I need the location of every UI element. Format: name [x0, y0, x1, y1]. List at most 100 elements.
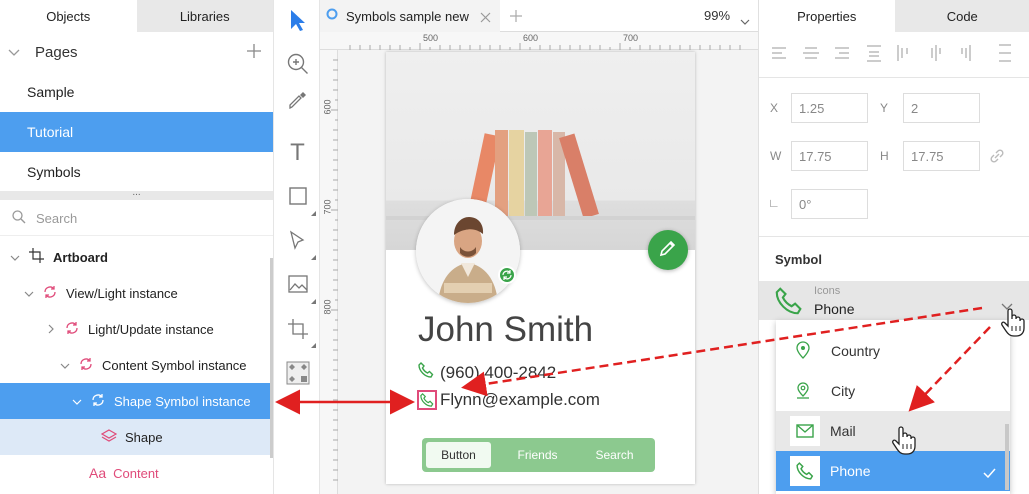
- ruler-label: 700: [623, 33, 639, 43]
- ruler-label: 700: [322, 199, 333, 215]
- layers-search[interactable]: Search: [0, 202, 273, 236]
- hand-cursor-icon: [1001, 307, 1027, 342]
- phone-row: (960) 400-2842: [418, 362, 556, 383]
- rotation-label: ∟: [768, 196, 780, 210]
- width-field[interactable]: 17.75: [791, 141, 868, 171]
- symbol-select[interactable]: Icons Phone: [759, 281, 1029, 320]
- close-icon[interactable]: [480, 10, 491, 28]
- tab-libraries[interactable]: Libraries: [136, 0, 273, 32]
- email-address: Flynn@example.com: [440, 390, 600, 409]
- chevron-right-icon[interactable]: [48, 322, 55, 337]
- crop-icon[interactable]: [274, 311, 321, 347]
- w-label: W: [770, 149, 782, 163]
- x-field[interactable]: 1.25: [791, 93, 868, 123]
- symbol-group-label: Icons: [814, 285, 841, 297]
- eyedropper-icon[interactable]: [274, 82, 321, 118]
- rotation-field[interactable]: 0°: [791, 189, 868, 219]
- chevron-down-icon[interactable]: [60, 358, 70, 373]
- segment-friends[interactable]: Friends: [500, 442, 575, 468]
- symbol-instance-icon: [64, 321, 80, 338]
- link-icon[interactable]: [989, 148, 1005, 169]
- text-tool-icon[interactable]: T: [274, 135, 321, 171]
- layer-artboard[interactable]: Artboard: [0, 239, 273, 275]
- chevron-down-icon[interactable]: [72, 394, 82, 409]
- page-item-tutorial[interactable]: Tutorial: [0, 112, 273, 152]
- email-row: Flynn@example.com: [417, 390, 600, 410]
- layer-label: Content: [113, 465, 159, 481]
- document-tab[interactable]: Symbols sample new: [320, 0, 500, 32]
- new-tab-icon[interactable]: [510, 9, 522, 27]
- chevron-down-icon[interactable]: [24, 286, 34, 301]
- layer-label: Content Symbol instance: [102, 357, 247, 373]
- h-label: H: [880, 149, 889, 163]
- document-icon: [326, 7, 338, 25]
- avatar[interactable]: [416, 199, 520, 303]
- layer-label: Light/Update instance: [88, 321, 214, 337]
- layer-label: Artboard: [53, 249, 108, 265]
- zoom-icon[interactable]: [274, 46, 321, 82]
- symbol-instance-icon: [42, 285, 58, 302]
- shape-symbol-instance-icon[interactable]: [417, 390, 437, 410]
- tool-submenu-indicator: [311, 299, 316, 304]
- layer-label: View/Light instance: [66, 285, 178, 301]
- search-icon: [12, 210, 26, 227]
- artboard[interactable]: John Smith (960) 400-2842 Flynn@example.…: [386, 52, 695, 484]
- layer-shape-symbol-instance[interactable]: Shape Symbol instance: [0, 383, 273, 419]
- tool-submenu-indicator: [311, 255, 316, 260]
- x-label: X: [770, 101, 779, 115]
- ruler-label: 500: [423, 33, 439, 43]
- rectangle-icon[interactable]: [274, 178, 321, 214]
- layer-shape[interactable]: Shape: [0, 419, 273, 455]
- dropdown-item-label: City: [831, 383, 856, 399]
- dropdown-item-country[interactable]: Country: [776, 331, 1010, 371]
- ruler-label: 800: [322, 299, 333, 315]
- image-icon[interactable]: [274, 266, 321, 302]
- dropdown-item-label: Phone: [830, 463, 871, 479]
- page-item-sample[interactable]: Sample: [0, 72, 273, 112]
- tab-code[interactable]: Code: [894, 0, 1029, 32]
- vertical-ruler: 600 700 800: [320, 50, 338, 494]
- symbol-instance-icon: [78, 357, 94, 374]
- canvas-area[interactable]: Symbols sample new 99% 500 600 700 600 7…: [320, 0, 758, 494]
- document-tab-title: Symbols sample new: [346, 8, 469, 24]
- height-field[interactable]: 17.75: [903, 141, 980, 171]
- tool-submenu-indicator: [311, 211, 316, 216]
- dropdown-item-city[interactable]: City: [776, 371, 1010, 411]
- sync-badge-icon: [498, 266, 516, 284]
- dropdown-item-label: Mail: [830, 423, 856, 439]
- layer-view-light-instance[interactable]: View/Light instance: [0, 275, 273, 311]
- tab-objects[interactable]: Objects: [0, 0, 137, 32]
- tab-properties[interactable]: Properties: [759, 0, 895, 32]
- pointer-icon[interactable]: [274, 2, 321, 38]
- globe-pin-icon: [795, 340, 815, 362]
- zoom-level[interactable]: 99%: [704, 8, 730, 23]
- hand-cursor-icon: [892, 425, 918, 460]
- layer-content[interactable]: Aa Content: [0, 455, 273, 491]
- layer-light-update-instance[interactable]: Light/Update instance: [0, 311, 273, 347]
- phone-icon: [775, 287, 803, 320]
- chevron-down-icon[interactable]: [8, 44, 22, 61]
- segment-search[interactable]: Search: [577, 442, 652, 468]
- y-field[interactable]: 2: [903, 93, 980, 123]
- layer-content-symbol-instance[interactable]: Content Symbol instance: [0, 347, 273, 383]
- chevron-down-icon[interactable]: [10, 250, 20, 265]
- page-item-symbols[interactable]: Symbols: [0, 152, 273, 192]
- alignment-bar: [759, 32, 1029, 78]
- divider: [759, 236, 1029, 237]
- edit-button[interactable]: [648, 230, 688, 270]
- symbol-instance-icon: [90, 393, 106, 410]
- segment-button[interactable]: Button: [426, 442, 491, 468]
- artboard-icon: [29, 248, 44, 266]
- right-panel: Properties Code X 1.25 Y 2 W 17.75 H 17.…: [758, 0, 1029, 494]
- pages-header[interactable]: Pages: [0, 32, 273, 72]
- dropdown-scrollbar[interactable]: [1005, 424, 1009, 490]
- tool-submenu-indicator: [311, 343, 316, 348]
- add-page-icon[interactable]: [246, 43, 262, 63]
- components-icon[interactable]: [274, 355, 321, 391]
- right-tabs: Properties Code: [759, 0, 1029, 32]
- search-input[interactable]: Search: [36, 211, 77, 226]
- chevron-down-icon[interactable]: [740, 13, 750, 31]
- panel-splitter[interactable]: ...: [0, 188, 273, 200]
- pen-icon[interactable]: [274, 222, 321, 258]
- layer-label: Shape: [125, 429, 163, 445]
